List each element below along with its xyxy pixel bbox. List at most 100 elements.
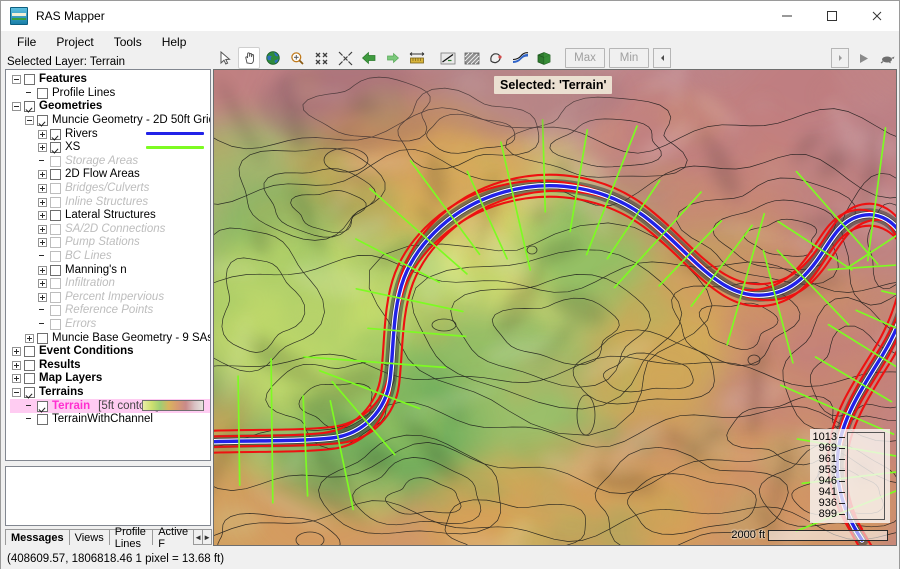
expand-plus-icon[interactable] — [12, 374, 21, 384]
min-button[interactable]: Min — [609, 48, 649, 68]
layer-visibility-checkbox[interactable] — [37, 87, 48, 99]
maximize-button[interactable] — [809, 1, 854, 31]
layer-visibility-checkbox[interactable] — [50, 305, 61, 317]
max-button[interactable]: Max — [565, 48, 605, 68]
layer-line-color-swatch[interactable] — [146, 145, 204, 149]
tree-item-storage-areas[interactable]: Storage Areas — [10, 155, 210, 169]
cross-section-icon[interactable] — [509, 47, 531, 69]
tree-item-2d-flow-areas[interactable]: 2D Flow Areas — [10, 168, 210, 182]
menu-file[interactable]: File — [7, 32, 46, 52]
tree-item-reference-points[interactable]: Reference Points — [10, 304, 210, 318]
layer-visibility-checkbox[interactable] — [50, 237, 61, 249]
tree-item-errors[interactable]: Errors — [10, 318, 210, 332]
expand-plus-icon[interactable] — [38, 265, 47, 275]
layer-visibility-checkbox[interactable] — [50, 169, 61, 181]
map-view[interactable]: Selected: 'Terrain' 1013 969 961 953 946 941 9… — [213, 69, 897, 546]
zoom-previous-icon[interactable] — [310, 47, 332, 69]
pan-hand-icon[interactable] — [238, 47, 260, 69]
layer-visibility-checkbox[interactable] — [37, 414, 48, 426]
collapse-minus-icon[interactable] — [12, 387, 21, 397]
expand-plus-icon[interactable] — [38, 143, 47, 153]
layer-visibility-checkbox[interactable] — [50, 223, 61, 235]
expand-plus-icon[interactable] — [38, 197, 47, 207]
layer-visibility-checkbox[interactable] — [24, 346, 35, 358]
expand-plus-icon[interactable] — [12, 360, 21, 370]
tree-item-muncie-base-geometry-9-sas[interactable]: Muncie Base Geometry - 9 SAs — [10, 331, 210, 345]
collapse-minus-icon[interactable] — [12, 75, 21, 85]
collapse-minus-icon[interactable] — [12, 102, 21, 112]
tree-item-features[interactable]: Features — [10, 73, 210, 87]
layer-visibility-checkbox[interactable] — [37, 400, 48, 412]
expand-plus-icon[interactable] — [38, 292, 47, 302]
tab-profile-lines[interactable]: Profile Lines — [108, 526, 154, 550]
zoom-in-icon[interactable] — [286, 47, 308, 69]
zoom-next-icon[interactable] — [334, 47, 356, 69]
layer-visibility-checkbox[interactable] — [24, 359, 35, 371]
layer-visibility-checkbox[interactable] — [50, 196, 61, 208]
layer-visibility-checkbox[interactable] — [50, 210, 61, 222]
layer-visibility-checkbox[interactable] — [50, 318, 61, 330]
tree-item-bridges-culverts[interactable]: Bridges/Culverts — [10, 182, 210, 196]
tree-item-muncie-geometry-2d-50ft-grid[interactable]: Muncie Geometry - 2D 50ft Grid — [10, 114, 210, 128]
tree-item-event-conditions[interactable]: Event Conditions — [10, 345, 210, 359]
tabs-next-button[interactable]: ► — [202, 529, 212, 545]
forward-arrow-icon[interactable] — [382, 47, 404, 69]
expand-plus-icon[interactable] — [38, 170, 47, 180]
expand-plus-icon[interactable] — [25, 333, 34, 343]
tree-item-percent-impervious[interactable]: Percent Impervious — [10, 291, 210, 305]
layer-visibility-checkbox[interactable] — [50, 155, 61, 167]
tree-item-pump-stations[interactable]: Pump Stations — [10, 236, 210, 250]
tree-item-lateral-structures[interactable]: Lateral Structures — [10, 209, 210, 223]
tree-item-profile-lines[interactable]: Profile Lines — [10, 87, 210, 101]
messages-panel[interactable] — [5, 466, 211, 526]
measure-ruler-icon[interactable] — [406, 47, 428, 69]
terrain-3d-icon[interactable] — [533, 47, 555, 69]
tab-active-features[interactable]: Active F — [152, 526, 195, 550]
tree-item-bc-lines[interactable]: BC Lines — [10, 250, 210, 264]
step-back-button[interactable] — [653, 48, 671, 68]
tree-item-inline-structures[interactable]: Inline Structures — [10, 195, 210, 209]
globe-zoom-full-icon[interactable] — [262, 47, 284, 69]
layer-line-color-swatch[interactable] — [146, 132, 204, 136]
tab-messages[interactable]: Messages — [5, 529, 70, 545]
tree-item-sa-2d-connections[interactable]: SA/2D Connections — [10, 223, 210, 237]
tree-item-terrainwithchannel[interactable]: TerrainWithChannel — [10, 413, 210, 427]
minimize-button[interactable] — [764, 1, 809, 31]
menu-project[interactable]: Project — [46, 32, 103, 52]
terrain-color-ramp-swatch[interactable] — [142, 400, 204, 412]
tree-item-xs[interactable]: XS — [10, 141, 210, 155]
menu-help[interactable]: Help — [152, 32, 197, 52]
play-animation-icon[interactable] — [852, 47, 874, 69]
arrow-select-icon[interactable] — [214, 47, 236, 69]
layer-visibility-checkbox[interactable] — [50, 278, 61, 290]
layer-visibility-checkbox[interactable] — [37, 115, 48, 127]
terrain-map-canvas[interactable] — [214, 70, 896, 545]
layer-visibility-checkbox[interactable] — [37, 332, 48, 344]
tree-item-geometries[interactable]: Geometries — [10, 100, 210, 114]
collapse-minus-icon[interactable] — [25, 116, 34, 126]
layer-visibility-checkbox[interactable] — [50, 183, 61, 195]
polygon-edit-icon[interactable] — [485, 47, 507, 69]
layers-tree-panel[interactable]: Features Profile Lines Geometries Muncie Ge… — [5, 69, 211, 461]
layer-visibility-checkbox[interactable] — [50, 291, 61, 303]
layer-visibility-checkbox[interactable] — [24, 386, 35, 398]
expand-plus-icon[interactable] — [38, 238, 47, 248]
expand-plus-icon[interactable] — [12, 347, 21, 357]
close-button[interactable] — [854, 1, 899, 31]
expand-plus-icon[interactable] — [38, 224, 47, 234]
expand-plus-icon[interactable] — [38, 184, 47, 194]
hatch-layer-icon[interactable] — [461, 47, 483, 69]
tree-item-infiltration[interactable]: Infiltration — [10, 277, 210, 291]
step-forward-button[interactable] — [831, 48, 849, 68]
menu-tools[interactable]: Tools — [104, 32, 152, 52]
expand-plus-icon[interactable] — [38, 129, 47, 139]
layer-visibility-checkbox[interactable] — [50, 251, 61, 263]
back-arrow-icon[interactable] — [358, 47, 380, 69]
tree-item-results[interactable]: Results — [10, 358, 210, 372]
layer-visibility-checkbox[interactable] — [24, 373, 35, 385]
profile-line-icon[interactable] — [437, 47, 459, 69]
tree-item-terrains[interactable]: Terrains — [10, 386, 210, 400]
tab-views[interactable]: Views — [68, 529, 110, 545]
layer-visibility-checkbox[interactable] — [50, 128, 61, 140]
layer-visibility-checkbox[interactable] — [50, 264, 61, 276]
